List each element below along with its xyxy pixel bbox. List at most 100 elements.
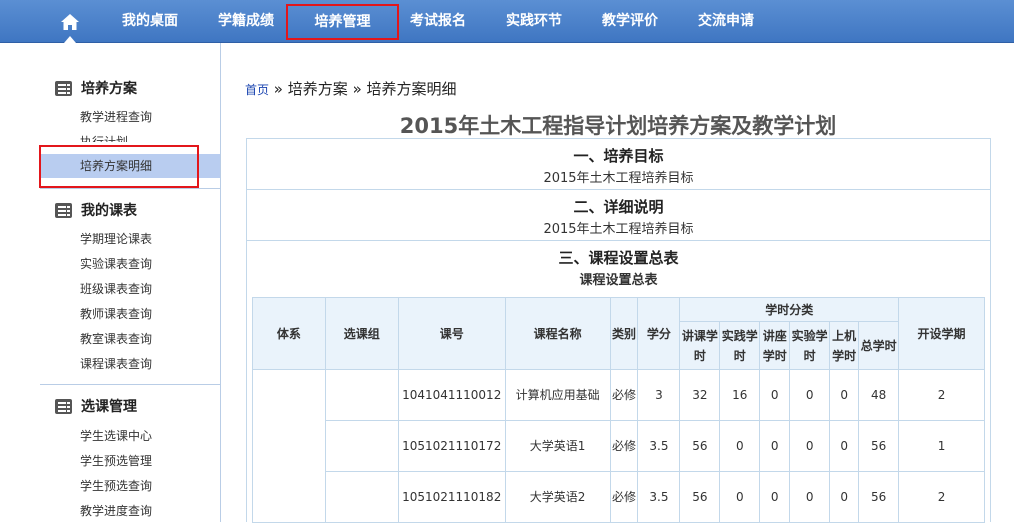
col-header-lab: 实验学时 <box>789 321 831 370</box>
table-row: 1051021110172 大学英语1 必修 3.5 56 0 0 0 0 56… <box>253 420 985 472</box>
cell-lecture: 56 <box>679 420 721 472</box>
cell-code: 1051021110172 <box>397 420 506 472</box>
sidebar-item-classroom-schedule[interactable]: 教室课表查询 <box>80 330 152 348</box>
breadcrumb-level1[interactable]: 培养方案 <box>288 80 348 98</box>
cell-practice: 16 <box>719 369 761 421</box>
document-list-icon <box>55 80 72 96</box>
col-header-computer: 上机学时 <box>829 321 860 370</box>
cell-seminar: 0 <box>759 471 791 523</box>
sidebar-group-my-schedule[interactable]: 我的课表 <box>55 200 137 220</box>
sidebar-group-title: 培养方案 <box>81 81 137 97</box>
cell-total: 56 <box>858 471 900 523</box>
cell-name: 计算机应用基础 <box>504 369 611 421</box>
cell-practice: 0 <box>719 420 761 472</box>
sidebar-group-training-plan[interactable]: 培养方案 <box>55 78 137 98</box>
nav-item-training-management[interactable]: 培养管理 <box>286 4 399 40</box>
breadcrumb-level2: 培养方案明细 <box>366 80 457 98</box>
section-text: 2015年土木工程培养目标 <box>543 171 694 186</box>
col-header-group: 选课组 <box>324 297 399 370</box>
active-home-caret <box>64 36 76 43</box>
sidebar-item-execution-plan[interactable]: 执行计划 <box>80 133 128 142</box>
document-list-icon <box>55 202 72 218</box>
sidebar-item-selection-center[interactable]: 学生选课中心 <box>80 427 152 445</box>
cell-term: 1 <box>898 420 985 472</box>
cell-computer: 0 <box>829 420 860 472</box>
cell-category: 必修 <box>609 420 639 472</box>
sidebar-item-teacher-schedule[interactable]: 教师课表查询 <box>80 305 152 323</box>
col-header-system: 体系 <box>252 297 326 370</box>
sidebar-group-title: 选课管理 <box>81 399 137 415</box>
cell-category: 必修 <box>609 369 639 421</box>
course-table: 体系 选课组 课号 课程名称 类别 学分 学时分类 开设学期 讲课学时 实践学时… <box>252 297 985 523</box>
col-header-term: 开设学期 <box>898 297 985 370</box>
col-header-practice: 实践学时 <box>719 321 761 370</box>
cell-lab: 0 <box>789 420 831 472</box>
cell-computer: 0 <box>829 369 860 421</box>
cell-term: 2 <box>898 369 985 421</box>
section-training-goal: 一、培养目标 2015年土木工程培养目标 <box>247 139 990 190</box>
col-header-code: 课号 <box>397 297 506 370</box>
nav-item-exam-registration[interactable]: 考试报名 <box>396 0 480 43</box>
cell-lab: 0 <box>789 369 831 421</box>
cell-computer: 0 <box>829 471 860 523</box>
cell-total: 56 <box>858 420 900 472</box>
cell-name: 大学英语1 <box>504 420 611 472</box>
sidebar-item-lab-schedule[interactable]: 实验课表查询 <box>80 255 152 273</box>
cell-group <box>324 369 399 421</box>
col-header-total: 总学时 <box>858 321 900 370</box>
cell-credit: 3 <box>637 369 681 421</box>
sidebar-item-preselection-management[interactable]: 学生预选管理 <box>80 452 152 470</box>
col-header-category: 类别 <box>609 297 639 370</box>
cell-total: 48 <box>858 369 900 421</box>
table-row: 1051021110182 大学英语2 必修 3.5 56 0 0 0 0 56… <box>253 471 985 523</box>
sidebar-item-class-schedule[interactable]: 班级课表查询 <box>80 280 152 298</box>
cell-lab: 0 <box>789 471 831 523</box>
cell-group <box>324 420 399 472</box>
cell-lecture: 56 <box>679 471 721 523</box>
cell-seminar: 0 <box>759 369 791 421</box>
cell-category: 必修 <box>609 471 639 523</box>
breadcrumb-separator: » <box>273 80 283 98</box>
home-icon <box>61 13 79 30</box>
sidebar-item-teaching-progress[interactable]: 教学进程查询 <box>80 108 152 126</box>
cell-system <box>252 369 326 523</box>
nav-item-teaching-evaluation[interactable]: 教学评价 <box>588 0 672 43</box>
nav-item-status-grades[interactable]: 学籍成绩 <box>204 0 288 43</box>
col-header-lecture: 讲课学时 <box>679 321 721 370</box>
cell-code: 1041041110012 <box>397 369 506 421</box>
highlight-box-plan-detail <box>39 145 199 188</box>
top-nav-bar: 我的桌面 学籍成绩 培养管理 考试报名 实践环节 教学评价 交流申请 <box>0 0 1014 43</box>
cell-lecture: 32 <box>679 369 721 421</box>
cell-practice: 0 <box>719 471 761 523</box>
page-title: 2015年土木工程指导计划培养方案及教学计划 <box>399 114 837 138</box>
section-heading: 三、课程设置总表 <box>558 249 679 267</box>
nav-item-exchange-application[interactable]: 交流申请 <box>684 0 768 43</box>
col-header-hours-group: 学时分类 <box>679 297 900 322</box>
sidebar-group-title: 我的课表 <box>81 203 137 219</box>
cell-seminar: 0 <box>759 420 791 472</box>
table-row: 1041041110012 计算机应用基础 必修 3 32 16 0 0 0 4… <box>252 369 985 523</box>
sidebar-item-course-schedule[interactable]: 课程课表查询 <box>80 355 152 373</box>
section-heading: 一、培养目标 <box>573 147 664 165</box>
nav-item-desktop[interactable]: 我的桌面 <box>108 0 192 43</box>
cell-name: 大学英语2 <box>504 471 611 523</box>
cell-group <box>324 471 399 523</box>
sidebar-divider <box>40 384 220 385</box>
sidebar-item-term-theory-schedule[interactable]: 学期理论课表 <box>80 230 152 248</box>
sidebar-item-preselection-query[interactable]: 学生预选查询 <box>80 477 152 495</box>
document-list-icon <box>55 398 72 414</box>
breadcrumb: 首页 » 培养方案 » 培养方案明细 <box>245 78 457 99</box>
col-header-seminar: 讲座学时 <box>759 321 791 370</box>
col-header-credit: 学分 <box>637 297 681 370</box>
nav-item-practice[interactable]: 实践环节 <box>492 0 576 43</box>
section-heading: 二、详细说明 <box>573 198 664 216</box>
cell-term: 2 <box>898 471 985 523</box>
section-detail: 二、详细说明 2015年土木工程培养目标 <box>247 190 990 241</box>
breadcrumb-separator: » <box>352 80 362 98</box>
sidebar-group-course-selection[interactable]: 选课管理 <box>55 396 137 416</box>
sidebar-divider <box>40 188 220 189</box>
cell-credit: 3.5 <box>637 420 681 472</box>
breadcrumb-home-link[interactable]: 首页 <box>245 83 269 97</box>
col-header-name: 课程名称 <box>504 297 611 370</box>
sidebar-item-teaching-progress-query[interactable]: 教学进度查询 <box>80 502 152 520</box>
